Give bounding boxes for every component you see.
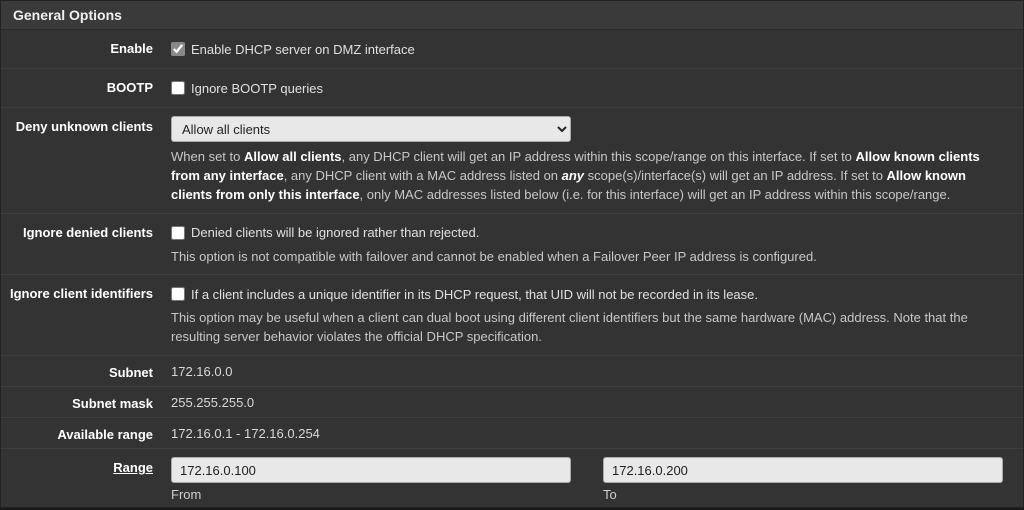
deny-unknown-select[interactable]: Allow all clients	[171, 116, 571, 142]
row-subnet: Subnet 172.16.0.0	[1, 356, 1023, 387]
ignore-denied-checkbox-label: Denied clients will be ignored rather th…	[191, 225, 479, 240]
ignore-client-ids-help: This option may be useful when a client …	[171, 309, 1007, 347]
form-body: Enable Enable DHCP server on DMZ interfa…	[1, 30, 1023, 510]
row-subnet-mask: Subnet mask 255.255.255.0	[1, 387, 1023, 418]
range-from-label: From	[171, 487, 571, 502]
enable-checkbox[interactable]	[171, 42, 185, 56]
panel-title: General Options	[1, 1, 1023, 30]
subnet-mask-value: 255.255.255.0	[171, 393, 1023, 410]
label-range: Range	[1, 457, 171, 475]
enable-checkbox-label: Enable DHCP server on DMZ interface	[191, 42, 415, 57]
ignore-denied-help: This option is not compatible with failo…	[171, 248, 1007, 267]
label-deny-unknown: Deny unknown clients	[1, 116, 171, 134]
bootp-checkbox[interactable]	[171, 81, 185, 95]
label-subnet: Subnet	[1, 362, 171, 380]
deny-unknown-help: When set to Allow all clients, any DHCP …	[171, 148, 1007, 205]
general-options-panel: General Options Enable Enable DHCP serve…	[0, 0, 1024, 508]
available-range-value: 172.16.0.1 - 172.16.0.254	[171, 424, 1023, 441]
bootp-checkbox-label: Ignore BOOTP queries	[191, 81, 323, 96]
label-subnet-mask: Subnet mask	[1, 393, 171, 411]
row-range: Range From To	[1, 449, 1023, 510]
row-bootp: BOOTP Ignore BOOTP queries	[1, 69, 1023, 108]
label-available-range: Available range	[1, 424, 171, 442]
range-to-input[interactable]	[603, 457, 1003, 483]
row-ignore-client-ids: Ignore client identifiers If a client in…	[1, 275, 1023, 356]
row-ignore-denied: Ignore denied clients Denied clients wil…	[1, 214, 1023, 276]
label-bootp: BOOTP	[1, 77, 171, 95]
ignore-client-ids-checkbox[interactable]	[171, 287, 185, 301]
row-enable: Enable Enable DHCP server on DMZ interfa…	[1, 30, 1023, 69]
row-deny-unknown: Deny unknown clients Allow all clients W…	[1, 108, 1023, 214]
label-enable: Enable	[1, 38, 171, 56]
ignore-denied-checkbox[interactable]	[171, 226, 185, 240]
range-to-label: To	[603, 487, 1003, 502]
label-ignore-client-ids: Ignore client identifiers	[1, 283, 171, 301]
label-ignore-denied: Ignore denied clients	[1, 222, 171, 240]
ignore-client-ids-checkbox-label: If a client includes a unique identifier…	[191, 287, 758, 302]
subnet-value: 172.16.0.0	[171, 362, 1023, 379]
range-from-input[interactable]	[171, 457, 571, 483]
row-available-range: Available range 172.16.0.1 - 172.16.0.25…	[1, 418, 1023, 449]
